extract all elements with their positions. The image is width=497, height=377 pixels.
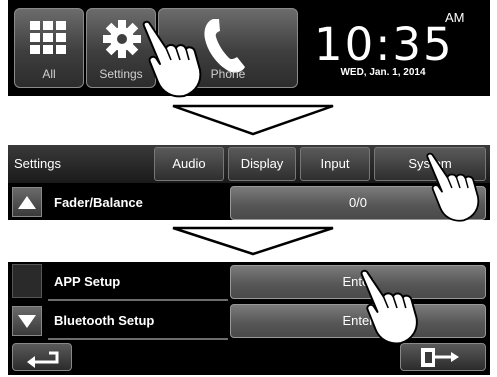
gear-icon bbox=[103, 20, 141, 58]
all-button[interactable]: All bbox=[14, 8, 84, 88]
back-button[interactable] bbox=[12, 343, 72, 371]
fader-balance-label: Fader/Balance bbox=[54, 195, 143, 210]
tab-display[interactable]: Display bbox=[228, 147, 296, 181]
setting-row-fader: Fader/Balance 0/0 bbox=[8, 185, 490, 220]
tab-input[interactable]: Input bbox=[300, 147, 370, 181]
step-arrow-icon bbox=[172, 226, 334, 256]
home-screen: All Settings Phone AM 10:35 WED, Jan. 1,… bbox=[8, 0, 490, 96]
settings-tab-bar: Settings Audio Display Input System bbox=[8, 145, 490, 183]
hand-pointer-icon bbox=[426, 152, 480, 222]
step-arrow-icon bbox=[172, 104, 334, 136]
clock-time: 10:35 bbox=[314, 18, 454, 71]
settings-screen: Settings Audio Display Input System Fade… bbox=[8, 145, 490, 220]
hand-pointer-icon bbox=[142, 20, 202, 98]
grid-icon bbox=[30, 21, 66, 54]
tab-audio[interactable]: Audio bbox=[154, 147, 224, 181]
app-setup-label: APP Setup bbox=[54, 274, 121, 289]
settings-title: Settings bbox=[14, 156, 61, 171]
row-divider bbox=[48, 338, 228, 340]
row-divider bbox=[48, 299, 228, 301]
back-icon bbox=[27, 351, 59, 368]
bluetooth-setup-label: Bluetooth Setup bbox=[54, 313, 155, 328]
all-label: All bbox=[42, 67, 56, 81]
scrollbar-track[interactable] bbox=[12, 264, 42, 298]
scroll-down-button[interactable] bbox=[12, 306, 42, 336]
scroll-up-icon bbox=[18, 196, 36, 209]
clock-date: WED, Jan. 1, 2014 bbox=[340, 67, 426, 78]
scroll-down-icon bbox=[18, 315, 36, 328]
hand-pointer-icon bbox=[360, 269, 418, 345]
scroll-up-button[interactable] bbox=[12, 187, 42, 217]
